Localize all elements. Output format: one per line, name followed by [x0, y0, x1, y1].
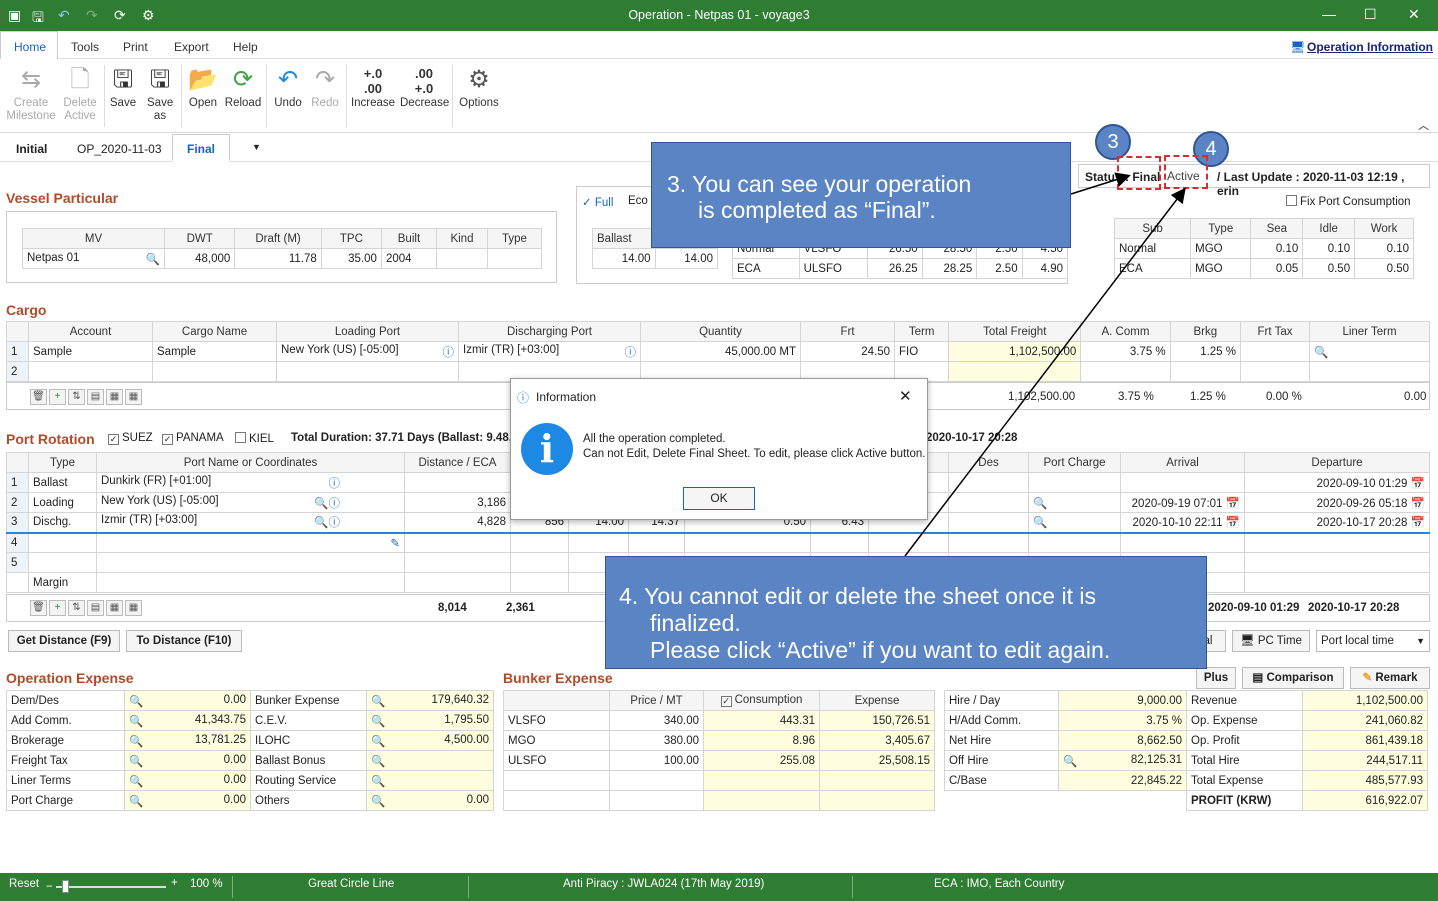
- great-circle-line: Great Circle Line: [308, 878, 395, 890]
- reset-button[interactable]: Reset: [9, 878, 39, 890]
- information-dialog: ⓘ Information ✕ i All the operation comp…: [510, 378, 928, 520]
- zoom-in-icon[interactable]: +: [171, 877, 178, 889]
- info-icon: ⓘ: [517, 391, 530, 405]
- dialog-message-1: All the operation completed.: [583, 433, 726, 445]
- dialog-close-icon[interactable]: ✕: [899, 387, 912, 405]
- dialog-title: Information: [536, 390, 597, 404]
- ok-button[interactable]: OK: [683, 487, 755, 510]
- zoom-slider[interactable]: [56, 886, 166, 888]
- zoom-slider-handle[interactable]: [62, 880, 69, 893]
- eca-info: ECA : IMO, Each Country: [934, 878, 1065, 890]
- callout-4: 4. You cannot edit or delete the sheet o…: [605, 556, 1207, 669]
- dialog-message-2: Can not Edit, Delete Final Sheet. To edi…: [583, 448, 926, 460]
- zoom-out-icon[interactable]: −: [46, 881, 53, 893]
- status-bar: Reset − + 100 % Great Circle Line Anti P…: [0, 873, 1438, 901]
- anti-piracy: Anti Piracy : JWLA024 (17th May 2019): [563, 878, 765, 890]
- zoom-level: 100 %: [190, 878, 223, 890]
- information-icon: i: [521, 423, 573, 475]
